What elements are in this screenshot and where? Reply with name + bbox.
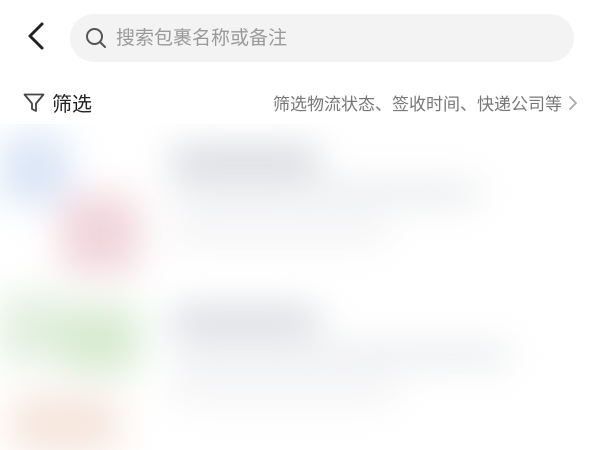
search-icon [84, 26, 108, 50]
funnel-icon [22, 91, 46, 115]
filter-options-link[interactable]: 筛选物流状态、签收时间、快递公司等 [273, 90, 580, 115]
filter-row: 筛选 筛选物流状态、签收时间、快递公司等 [0, 80, 600, 124]
filter-label: 筛选 [52, 92, 92, 116]
back-button[interactable] [18, 20, 54, 56]
chevron-right-icon [566, 93, 580, 113]
blur-overlay [0, 124, 600, 450]
chevron-left-icon [25, 21, 47, 55]
filter-button[interactable]: 筛选 [22, 88, 92, 117]
top-bar [0, 0, 600, 80]
package-list-screen: 筛选 筛选物流状态、签收时间、快递公司等 [0, 0, 600, 450]
filter-hint: 筛选物流状态、签收时间、快递公司等 [273, 95, 562, 115]
search-bar[interactable] [70, 14, 574, 62]
package-list-blurred [0, 124, 600, 450]
search-input[interactable] [114, 17, 558, 59]
